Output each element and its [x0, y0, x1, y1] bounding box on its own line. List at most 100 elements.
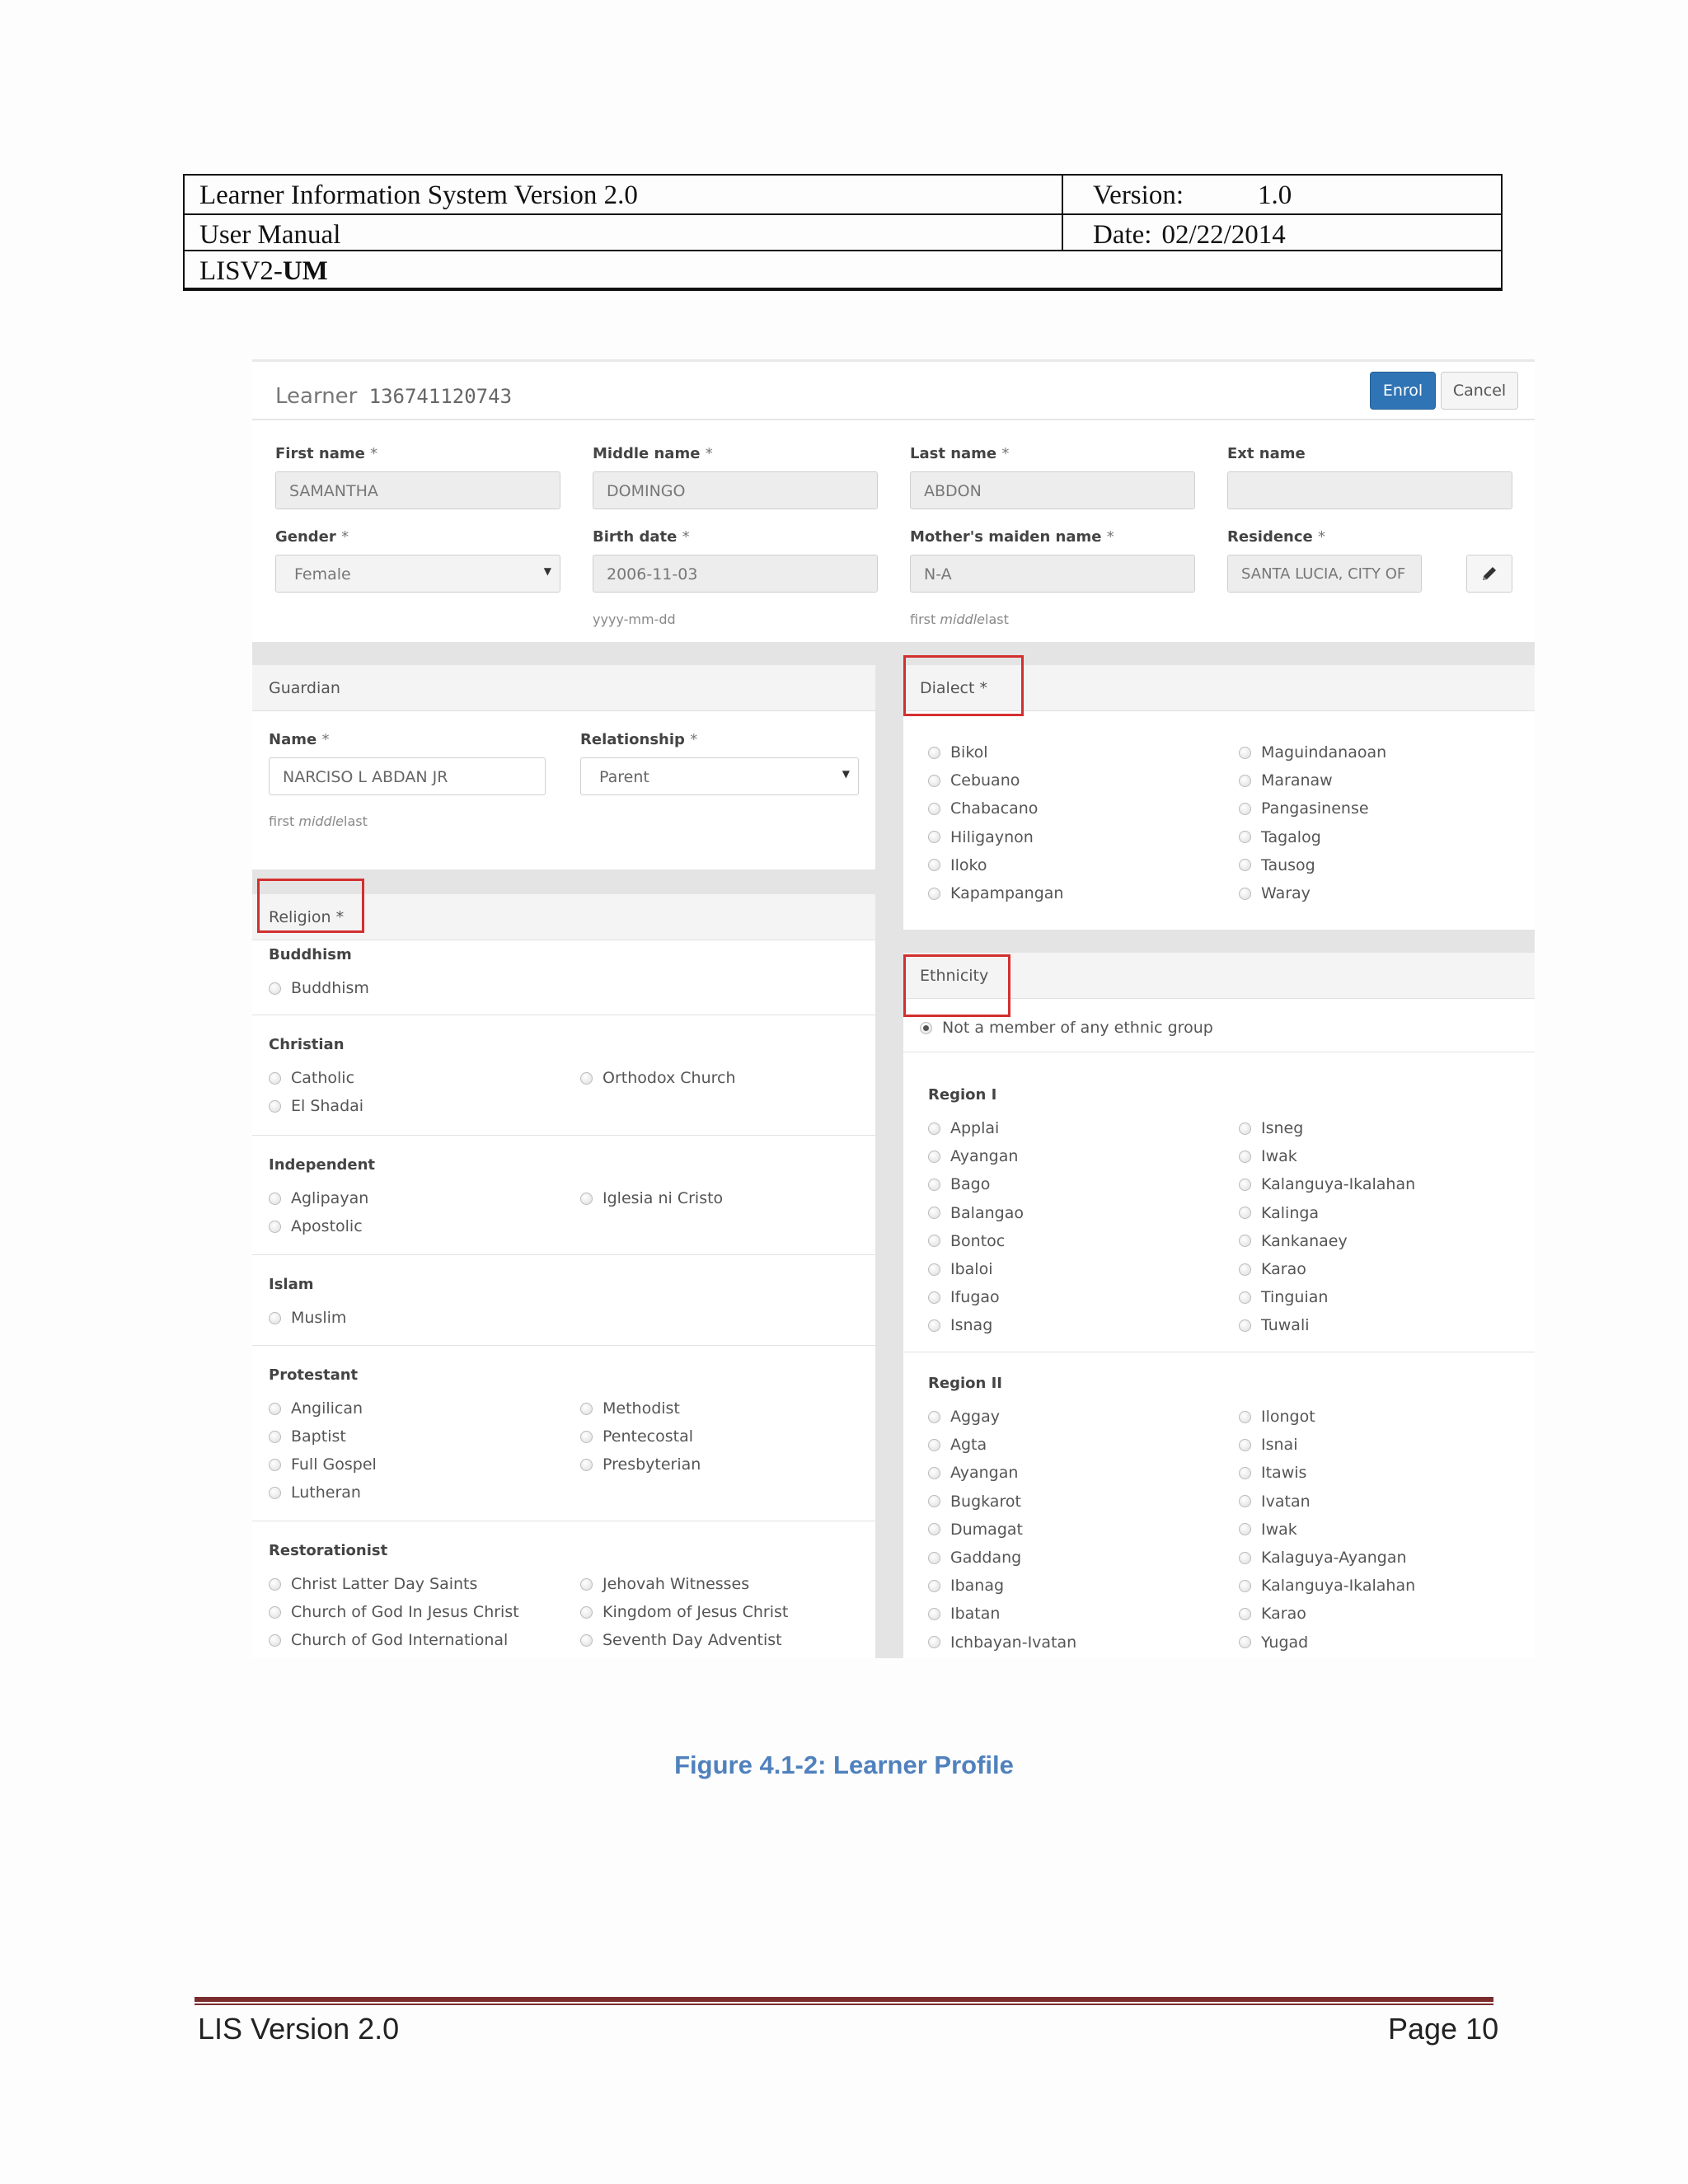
radio-option-methodist[interactable]: Methodist — [580, 1399, 680, 1418]
edit-residence-button[interactable] — [1466, 555, 1512, 593]
radio-option-chabacano[interactable]: Chabacano — [928, 799, 1038, 818]
radio-option-karao[interactable]: Karao — [1239, 1605, 1306, 1623]
radio-option-ibanag[interactable]: Ibanag — [928, 1577, 1004, 1595]
radio-option-tausog[interactable]: Tausog — [1239, 856, 1315, 874]
radio-option-tinguian[interactable]: Tinguian — [1239, 1288, 1328, 1306]
radio-option-ibatan[interactable]: Ibatan — [928, 1605, 1000, 1623]
radio-option-kalaguya-ayangan[interactable]: Kalaguya-Ayangan — [1239, 1549, 1407, 1567]
radio-option-church-of-god-in-jesus-christ[interactable]: Church of God In Jesus Christ — [269, 1603, 519, 1621]
radio-option-el-shadai[interactable]: El Shadai — [269, 1097, 363, 1115]
divider — [252, 1345, 875, 1346]
gender-select[interactable]: Female ▼ — [275, 555, 560, 593]
radio-option-isneg[interactable]: Isneg — [1239, 1119, 1303, 1137]
radio-option-kalanguya-ikalahan[interactable]: Kalanguya-Ikalahan — [1239, 1577, 1415, 1595]
radio-icon — [1239, 746, 1251, 759]
radio-option-ayangan[interactable]: Ayangan — [928, 1464, 1018, 1482]
radio-option-ichbayan-ivatan[interactable]: Ichbayan-Ivatan — [928, 1633, 1076, 1652]
radio-option-applai[interactable]: Applai — [928, 1119, 999, 1137]
radio-option-aglipayan[interactable]: Aglipayan — [269, 1189, 368, 1207]
radio-option-tagalog[interactable]: Tagalog — [1239, 828, 1321, 846]
guardian-name-field[interactable]: NARCISO L ABDAN JR — [269, 757, 546, 795]
radio-option-apostolic[interactable]: Apostolic — [269, 1217, 363, 1235]
radio-option-isnai[interactable]: Isnai — [1239, 1436, 1297, 1454]
dropdown-caret-icon: ▼ — [543, 565, 551, 577]
radio-option-waray[interactable]: Waray — [1239, 884, 1311, 902]
radio-option-ilongot[interactable]: Ilongot — [1239, 1408, 1315, 1426]
radio-icon — [1239, 1495, 1251, 1508]
radio-option-karao[interactable]: Karao — [1239, 1260, 1306, 1278]
radio-option-gaddang[interactable]: Gaddang — [928, 1549, 1021, 1567]
version-label: Version: — [1093, 180, 1184, 210]
radio-option-agta[interactable]: Agta — [928, 1436, 987, 1454]
radio-option-kalinga[interactable]: Kalinga — [1239, 1204, 1319, 1222]
radio-icon — [1239, 1438, 1251, 1451]
radio-option-ayangan[interactable]: Ayangan — [928, 1147, 1018, 1165]
radio-option-bugkarot[interactable]: Bugkarot — [928, 1493, 1021, 1511]
middle-name-field[interactable]: DOMINGO — [593, 471, 878, 509]
divider — [252, 1135, 875, 1136]
radio-option-lutheran[interactable]: Lutheran — [269, 1483, 361, 1502]
radio-icon — [269, 1192, 281, 1205]
radio-option-catholic[interactable]: Catholic — [269, 1069, 354, 1087]
radio-option-bago[interactable]: Bago — [928, 1175, 990, 1193]
not-member-radio[interactable]: Not a member of any ethnic group — [920, 1019, 1213, 1037]
radio-option-christ-latter-day-saints[interactable]: Christ Latter Day Saints — [269, 1575, 477, 1593]
radio-option-pentecostal[interactable]: Pentecostal — [580, 1427, 693, 1446]
radio-icon — [580, 1430, 593, 1443]
radio-icon — [928, 1607, 940, 1620]
cancel-button[interactable]: Cancel — [1441, 372, 1518, 410]
radio-option-buddhism[interactable]: Buddhism — [269, 979, 369, 997]
enrol-button[interactable]: Enrol — [1370, 372, 1436, 410]
radio-option-iwak[interactable]: Iwak — [1239, 1521, 1297, 1539]
radio-option-dumagat[interactable]: Dumagat — [928, 1521, 1023, 1539]
radio-option-kapampangan[interactable]: Kapampangan — [928, 884, 1063, 902]
radio-option-balangao[interactable]: Balangao — [928, 1204, 1024, 1222]
mothers-maiden-name-field[interactable]: N-A — [910, 555, 1195, 593]
radio-option-ivatan[interactable]: Ivatan — [1239, 1493, 1311, 1511]
radio-icon — [1239, 1579, 1251, 1592]
ext-name-field[interactable] — [1227, 471, 1512, 509]
radio-option-cebuano[interactable]: Cebuano — [928, 771, 1020, 790]
radio-option-aggay[interactable]: Aggay — [928, 1408, 1000, 1426]
radio-option-yugad[interactable]: Yugad — [1239, 1633, 1308, 1652]
figure-caption: Figure 4.1-2: Learner Profile — [674, 1750, 1014, 1779]
radio-option-tuwali[interactable]: Tuwali — [1239, 1316, 1310, 1334]
radio-option-orthodox-church[interactable]: Orthodox Church — [580, 1069, 736, 1087]
radio-option-muslim[interactable]: Muslim — [269, 1309, 346, 1327]
residence-field[interactable]: SANTA LUCIA, CITY OF — [1227, 555, 1422, 593]
radio-option-itawis[interactable]: Itawis — [1239, 1464, 1306, 1482]
radio-option-full-gospel[interactable]: Full Gospel — [269, 1455, 377, 1474]
birth-date-field[interactable]: 2006-11-03 — [593, 555, 878, 593]
relationship-select[interactable]: Parent ▼ — [580, 757, 859, 795]
radio-option-bontoc[interactable]: Bontoc — [928, 1232, 1005, 1250]
radio-option-iloko[interactable]: Iloko — [928, 856, 987, 874]
last-name-label: Last name * — [910, 445, 1010, 462]
radio-option-pangasinense[interactable]: Pangasinense — [1239, 799, 1369, 818]
radio-option-hiligaynon[interactable]: Hiligaynon — [928, 828, 1034, 846]
section-divider-band — [903, 930, 1535, 953]
last-name-field[interactable]: ABDON — [910, 471, 1195, 509]
radio-option-iwak[interactable]: Iwak — [1239, 1147, 1297, 1165]
first-name-field[interactable]: SAMANTHA — [275, 471, 560, 509]
learner-title: Learner 136741120743 — [275, 384, 512, 409]
radio-option-baptist[interactable]: Baptist — [269, 1427, 346, 1446]
radio-option-kingdom-of-jesus-christ[interactable]: Kingdom of Jesus Christ — [580, 1603, 788, 1621]
radio-option-isnag[interactable]: Isnag — [928, 1316, 992, 1334]
radio-option-angilican[interactable]: Angilican — [269, 1399, 363, 1418]
radio-option-bikol[interactable]: Bikol — [928, 743, 988, 762]
top-divider — [252, 359, 1535, 362]
radio-option-maguindanaoan[interactable]: Maguindanaoan — [1239, 743, 1386, 762]
guardian-title: Guardian — [269, 679, 340, 697]
radio-option-seventh-day-adventist[interactable]: Seventh Day Adventist — [580, 1631, 782, 1649]
document-code-prefix: LISV2- — [199, 256, 283, 286]
group-title-buddhism: Buddhism — [269, 946, 352, 963]
radio-option-iglesia-ni-cristo[interactable]: Iglesia ni Cristo — [580, 1189, 723, 1207]
radio-option-kalanguya-ikalahan[interactable]: Kalanguya-Ikalahan — [1239, 1175, 1415, 1193]
radio-option-ibaloi[interactable]: Ibaloi — [928, 1260, 993, 1278]
radio-option-church-of-god-international[interactable]: Church of God International — [269, 1631, 508, 1649]
radio-option-presbyterian[interactable]: Presbyterian — [580, 1455, 701, 1474]
radio-option-jehovah-witnesses[interactable]: Jehovah Witnesses — [580, 1575, 749, 1593]
radio-option-ifugao[interactable]: Ifugao — [928, 1288, 1000, 1306]
radio-option-kankanaey[interactable]: Kankanaey — [1239, 1232, 1348, 1250]
radio-option-maranaw[interactable]: Maranaw — [1239, 771, 1333, 790]
